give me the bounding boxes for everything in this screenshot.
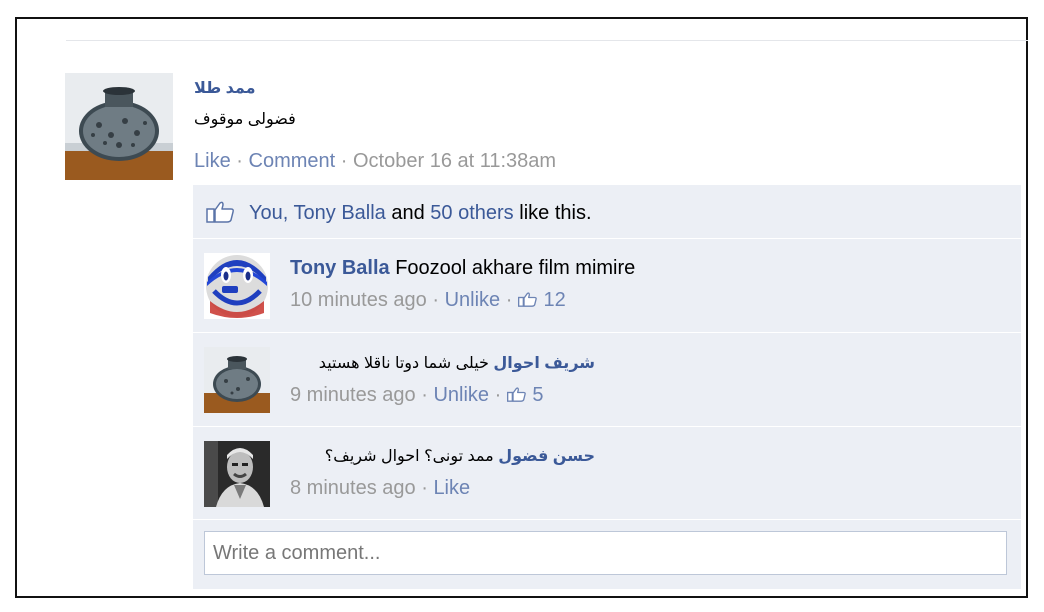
comment-link[interactable]: Comment xyxy=(249,150,336,172)
separator: · xyxy=(432,289,439,311)
comment-item: شریف احوال خیلی شما دوتا ناقلا هستید 9 m… xyxy=(193,333,1021,427)
comment-text: Foozool akhare film mimire xyxy=(395,257,636,279)
comment-like-link[interactable]: Like xyxy=(433,477,470,499)
comment-item: Tony Balla Foozool akhare film mimire 10… xyxy=(193,239,1021,333)
comment-time[interactable]: 10 minutes ago xyxy=(290,289,427,311)
like-count-value: 5 xyxy=(532,384,544,406)
commenter-avatar[interactable] xyxy=(204,253,270,319)
comment-body: شریف احوال خیلی شما دوتا ناقلا هستید xyxy=(319,353,595,373)
comment-time[interactable]: 9 minutes ago xyxy=(290,384,416,406)
separator: · xyxy=(494,384,502,406)
separator: · xyxy=(236,150,243,172)
author-avatar[interactable] xyxy=(65,73,173,180)
comment-body: حسن فضول ممد تونی؟ احوال شریف؟ xyxy=(325,446,595,466)
comment-meta: 10 minutes ago · Unlike · 12 xyxy=(290,289,566,312)
comment-author-link[interactable]: حسن فضول xyxy=(498,448,595,465)
likes-person-link[interactable]: Tony Balla xyxy=(294,202,386,224)
vase-photo xyxy=(204,347,270,413)
comment-like-count[interactable]: 5 xyxy=(506,384,544,406)
man-photo xyxy=(204,441,270,507)
likes-summary: You, Tony Balla and 50 others like this. xyxy=(193,185,1021,239)
commenter-avatar[interactable] xyxy=(204,347,270,413)
post-text: فضولی موقوف xyxy=(194,111,296,128)
commenter-avatar[interactable] xyxy=(204,441,270,507)
comment-item: حسن فضول ممد تونی؟ احوال شریف؟ 8 minutes… xyxy=(193,427,1021,520)
separator: · xyxy=(421,384,428,406)
vase-photo xyxy=(65,73,173,180)
likes-text: You, Tony Balla and 50 others like this. xyxy=(249,202,592,225)
unlike-link[interactable]: Unlike xyxy=(433,384,489,406)
smiley-ball-photo xyxy=(204,253,270,319)
divider xyxy=(66,40,1028,41)
thumbs-up-icon xyxy=(517,292,537,307)
likes-and: and xyxy=(391,202,425,224)
comment-meta: 9 minutes ago · Unlike · 5 xyxy=(290,384,544,407)
like-link[interactable]: Like xyxy=(194,150,231,172)
comment-text: خیلی شما دوتا ناقلا هستید xyxy=(318,355,489,372)
comment-meta: 8 minutes ago · Like xyxy=(290,477,470,500)
comment-author-link[interactable]: شریف احوال xyxy=(493,355,595,372)
comment-author-link[interactable]: Tony Balla xyxy=(290,257,390,279)
comment-like-count[interactable]: 12 xyxy=(517,289,566,311)
likes-others-link[interactable]: 50 others xyxy=(430,202,513,224)
thumbs-up-icon xyxy=(206,201,236,223)
comment-time[interactable]: 8 minutes ago xyxy=(290,477,416,499)
likes-you-link[interactable]: You, xyxy=(249,202,288,224)
separator: · xyxy=(421,477,428,499)
write-comment-input[interactable] xyxy=(204,531,1007,575)
comment-text: ممد تونی؟ احوال شریف؟ xyxy=(324,448,494,465)
separator: · xyxy=(340,150,348,172)
post-author-link[interactable]: ممد طلا xyxy=(194,78,256,98)
post-meta: Like · Comment · October 16 at 11:38am xyxy=(194,150,556,173)
post-timestamp[interactable]: October 16 at 11:38am xyxy=(353,150,556,172)
unlike-link[interactable]: Unlike xyxy=(445,289,501,311)
feedback-panel: You, Tony Balla and 50 others like this. xyxy=(193,185,1021,589)
separator: · xyxy=(505,289,513,311)
comment-body: Tony Balla Foozool akhare film mimire xyxy=(290,257,635,280)
like-count-value: 12 xyxy=(543,289,566,311)
likes-suffix: like this. xyxy=(519,202,592,224)
thumbs-up-icon xyxy=(506,387,526,402)
